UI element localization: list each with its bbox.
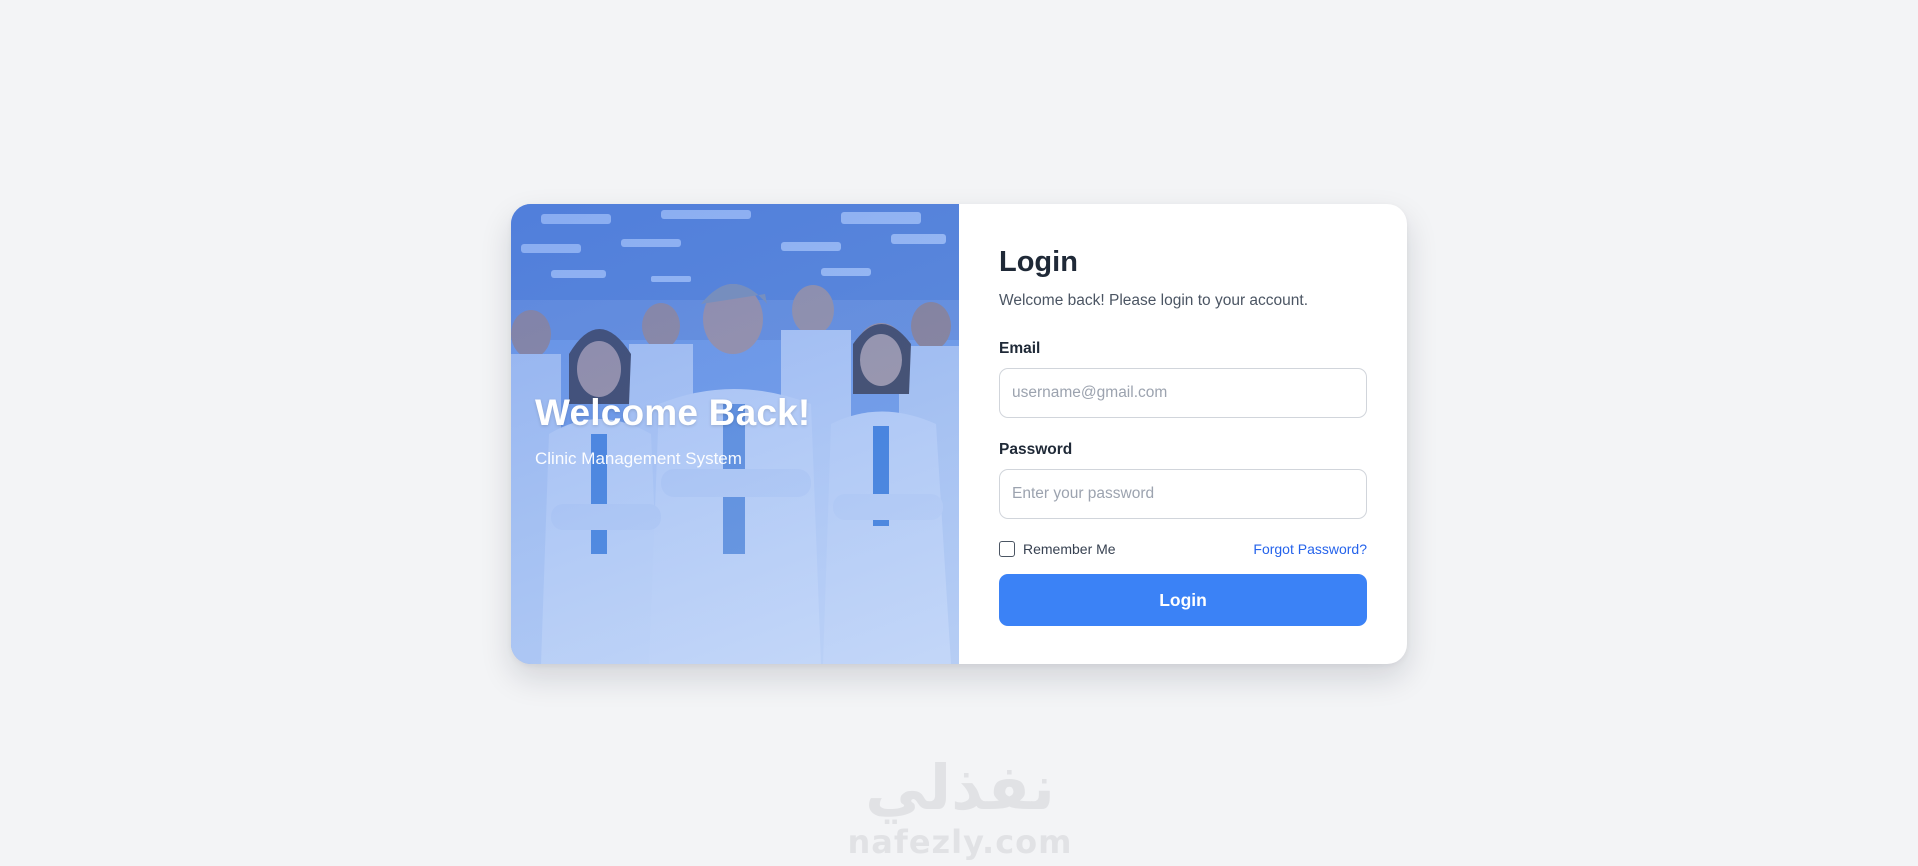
hero-title: Welcome Back!: [535, 392, 811, 433]
hero-subtitle: Clinic Management System: [535, 449, 742, 468]
login-card: Welcome Back! Clinic Management System L…: [511, 204, 1407, 664]
login-options-row: Remember Me Forgot Password?: [999, 539, 1367, 559]
remember-me-checkbox[interactable]: [999, 541, 1015, 557]
forgot-password-link[interactable]: Forgot Password?: [1253, 541, 1367, 557]
remember-me-label: Remember Me: [1023, 541, 1116, 557]
email-label: Email: [999, 340, 1041, 357]
remember-me-toggle[interactable]: Remember Me: [999, 541, 1116, 557]
hero-text: Welcome Back! Clinic Management System: [535, 390, 810, 470]
password-label: Password: [999, 441, 1073, 458]
watermark-latin-text: nafezly.com: [847, 823, 1073, 861]
nafezly-watermark: نفذلي nafezly.com: [840, 752, 1080, 864]
email-input[interactable]: [999, 368, 1367, 418]
login-button[interactable]: Login: [999, 574, 1367, 626]
login-title: Login: [999, 246, 1078, 278]
login-form: Login Welcome back! Please login to your…: [959, 204, 1407, 664]
login-subtitle: Welcome back! Please login to your accou…: [999, 292, 1309, 309]
password-input[interactable]: [999, 469, 1367, 519]
watermark-arabic-text: نفذلي: [865, 751, 1055, 824]
hero-panel: Welcome Back! Clinic Management System: [511, 204, 959, 664]
